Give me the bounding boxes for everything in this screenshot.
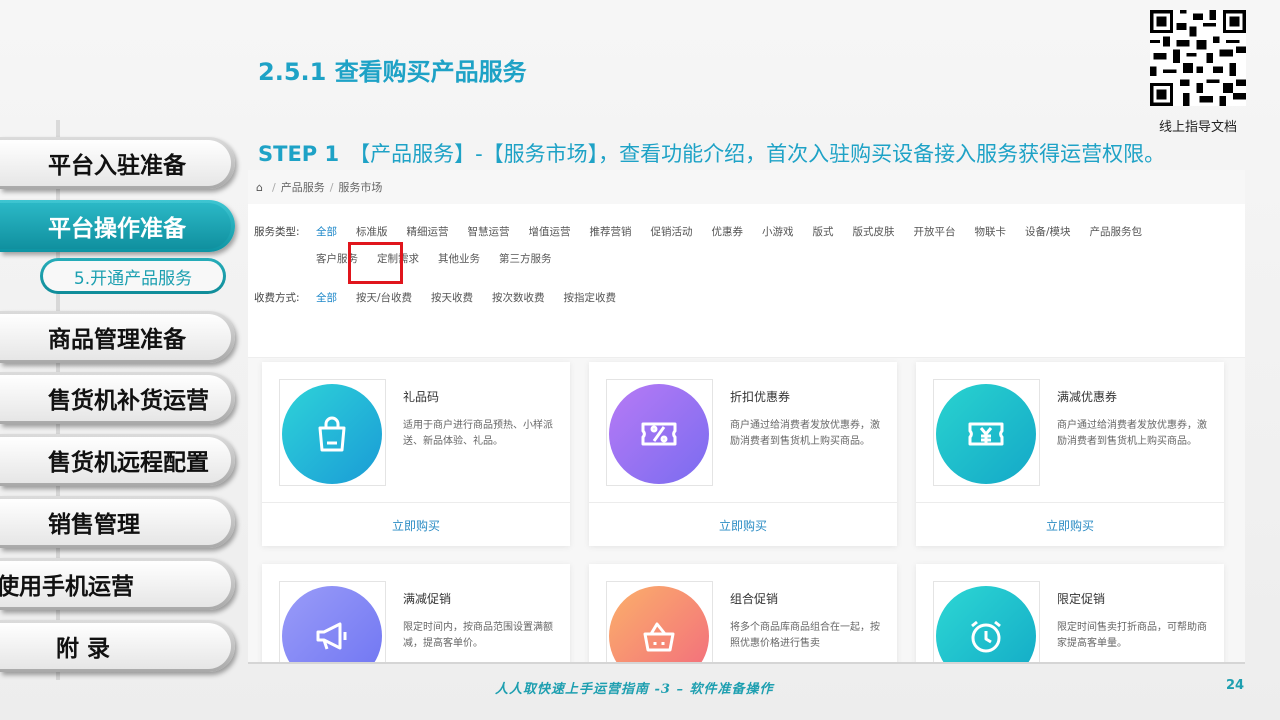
card-thumbnail: [606, 379, 713, 486]
filter-smart-operation[interactable]: 智慧运营: [468, 224, 510, 239]
filter-layout-skin[interactable]: 版式皮肤: [853, 224, 895, 239]
footer-text: 人人取快速上手运营指南 -3 – 软件准备操作: [495, 682, 774, 697]
qr-code-icon: [1150, 10, 1246, 106]
filter-mini-game[interactable]: 小游戏: [762, 224, 794, 239]
service-type-label: 服务类型:: [254, 226, 300, 238]
sidebar-item-label: 使用手机运营: [0, 561, 231, 607]
filter-layout[interactable]: 版式: [813, 224, 834, 239]
step-number: STEP 1: [258, 142, 340, 166]
sidebar-item-mobile-operation[interactable]: 使用手机运营: [0, 558, 235, 610]
shopping-bag-icon: [282, 384, 382, 484]
breadcrumb-item-service-market[interactable]: 服务市场: [338, 179, 382, 195]
breadcrumb: ⌂ / 产品服务 / 服务市场: [248, 170, 1245, 204]
card-description: 将多个商品库商品组合在一起，按照优惠价格进行售卖: [730, 622, 880, 649]
buy-now-button[interactable]: 立即购买: [916, 517, 1224, 534]
card-thumbnail: [279, 379, 386, 486]
card-thumbnail: [933, 379, 1040, 486]
step-instruction: STEP 1 【产品服务】-【服务市场】，查看功能介绍，首次入驻购买设备接入服务获…: [258, 138, 1165, 168]
service-card-gift-code[interactable]: 礼品码 适用于商户进行商品预热、小样派送、新品体验、礼品。 立即购买: [262, 362, 570, 546]
alarm-clock-icon: [936, 586, 1036, 664]
home-icon[interactable]: ⌂: [256, 181, 263, 194]
slide-title: 2.5.1 查看购买产品服务: [258, 58, 527, 86]
sidebar-subitem-open-service[interactable]: 5.开通产品服务: [40, 258, 226, 294]
sidebar-item-product-management[interactable]: 商品管理准备: [0, 311, 235, 363]
footer-divider: [248, 662, 1245, 664]
breadcrumb-item-product-service[interactable]: 产品服务: [281, 179, 325, 195]
card-thumbnail: [606, 581, 713, 664]
filter-charge-per-day-device[interactable]: 按天/台收费: [356, 290, 412, 305]
filter-charge-per-use[interactable]: 按次数收费: [492, 290, 545, 305]
combo-basket-icon: [609, 586, 709, 664]
sidebar-item-label: 商品管理准备: [0, 314, 231, 360]
filter-service-package[interactable]: 产品服务包: [1090, 224, 1143, 239]
card-thumbnail: [279, 581, 386, 664]
sidebar-item-sales-management[interactable]: 销售管理: [0, 496, 235, 548]
filter-recommend-marketing[interactable]: 推荐营销: [590, 224, 632, 239]
filter-coupon[interactable]: 优惠券: [712, 224, 744, 239]
filter-area: 服务类型: 全部 标准版 精细运营 智慧运营 增值运营 推荐营销 促销活动 优惠…: [248, 204, 1245, 358]
filter-standard[interactable]: 标准版: [356, 224, 388, 239]
megaphone-icon: [282, 586, 382, 664]
service-card-full-reduction-coupon[interactable]: 满减优惠券 商户通过给消费者发放优惠券，激励消费者到售货机上购买商品。 立即购买: [916, 362, 1224, 546]
charge-type-label: 收费方式:: [254, 292, 300, 304]
filter-charge-all[interactable]: 全部: [316, 290, 337, 305]
card-title: 折扣优惠券: [730, 390, 791, 404]
sidebar-item-label: 售货机补货运营: [0, 375, 231, 421]
buy-now-button[interactable]: 立即购买: [589, 517, 897, 534]
yen-coupon-icon: [936, 384, 1036, 484]
card-description: 商户通过给消费者发放优惠券，激励消费者到售货机上购买商品。: [1057, 420, 1207, 447]
card-title: 满减优惠券: [1057, 390, 1118, 404]
filter-fine-operation[interactable]: 精细运营: [407, 224, 449, 239]
filter-value-added[interactable]: 增值运营: [529, 224, 571, 239]
service-card-full-reduction-promo[interactable]: 满减促销 限定时间内，按商品范围设置满额减，提高客单价。: [262, 564, 570, 664]
card-description: 商户通过给消费者发放优惠券，激励消费者到售货机上购买商品。: [730, 420, 880, 447]
filter-promotion[interactable]: 促销活动: [651, 224, 693, 239]
filter-iot-card[interactable]: 物联卡: [975, 224, 1007, 239]
card-description: 限定时间内，按商品范围设置满额减，提高客单价。: [403, 622, 553, 649]
card-thumbnail: [933, 581, 1040, 664]
service-market-screenshot: ⌂ / 产品服务 / 服务市场 服务类型: 全部 标准版 精细运营 智慧运营 增…: [248, 170, 1245, 664]
sidebar-subitem-label: 5.开通产品服务: [43, 261, 223, 291]
sidebar-item-appendix[interactable]: 附 录: [0, 620, 235, 672]
service-card-discount-coupon[interactable]: 折扣优惠券 商户通过给消费者发放优惠券，激励消费者到售货机上购买商品。 立即购买: [589, 362, 897, 546]
filter-open-platform[interactable]: 开放平台: [914, 224, 956, 239]
filter-charge-specified[interactable]: 按指定收费: [564, 290, 617, 305]
sidebar-item-label: 平台入驻准备: [0, 140, 231, 186]
charge-type-filter: 收费方式: 全部 按天/台收费 按天收费 按次数收费 按指定收费: [254, 290, 1216, 305]
filter-device-module[interactable]: 设备/模块: [1025, 224, 1071, 239]
sidebar-item-restock-operation[interactable]: 售货机补货运营: [0, 372, 235, 424]
card-title: 满减促销: [403, 592, 452, 606]
card-description: 限定时间售卖打折商品，可帮助商家提高客单量。: [1057, 622, 1207, 649]
filter-charge-per-day[interactable]: 按天收费: [431, 290, 473, 305]
sidebar-item-remote-config[interactable]: 售货机远程配置: [0, 434, 235, 486]
card-title: 礼品码: [403, 390, 440, 404]
filter-third-party[interactable]: 第三方服务: [499, 251, 552, 266]
sidebar-item-label: 销售管理: [0, 499, 231, 545]
filter-service-all[interactable]: 全部: [316, 224, 337, 239]
qr-code-block: 线上指导文档: [1148, 10, 1248, 135]
percent-coupon-icon: [609, 384, 709, 484]
sidebar-item-label: 售货机远程配置: [0, 437, 231, 483]
buy-now-button[interactable]: 立即购买: [262, 517, 570, 534]
sidebar-item-platform-onboarding[interactable]: 平台入驻准备: [0, 137, 235, 189]
card-title: 限定促销: [1057, 592, 1106, 606]
sidebar-item-label: 平台操作准备: [0, 203, 231, 249]
page-number: 24: [1226, 678, 1245, 693]
sidebar-item-platform-operation[interactable]: 平台操作准备: [0, 200, 235, 252]
step-text: 【产品服务】-【服务市场】，查看功能介绍，首次入驻购买设备接入服务获得运营权限。: [349, 142, 1166, 166]
service-card-combo-promo[interactable]: 组合促销 将多个商品库商品组合在一起，按照优惠价格进行售卖: [589, 564, 897, 664]
filter-other-business[interactable]: 其他业务: [438, 251, 480, 266]
card-title: 组合促销: [730, 592, 779, 606]
highlight-box: [348, 242, 403, 284]
sidebar-item-label: 附 录: [0, 623, 231, 669]
qr-label: 线上指导文档: [1158, 120, 1237, 135]
service-card-limited-promo[interactable]: 限定促销 限定时间售卖打折商品，可帮助商家提高客单量。: [916, 564, 1224, 664]
card-description: 适用于商户进行商品预热、小样派送、新品体验、礼品。: [403, 420, 553, 447]
